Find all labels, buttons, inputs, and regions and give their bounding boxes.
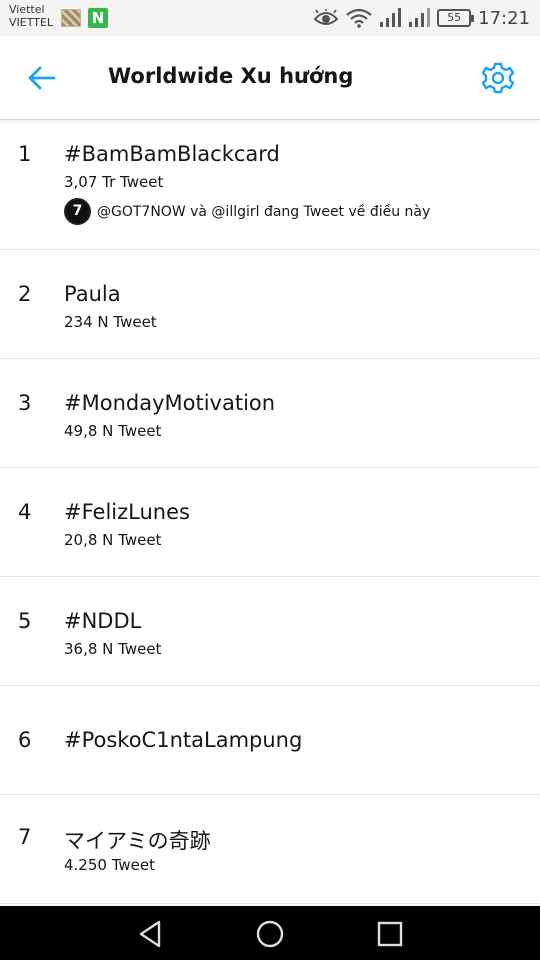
image-notification-icon: [61, 9, 81, 27]
carrier-line2: VIETTEL: [9, 16, 54, 29]
trend-tweet-count: 49,8 N Tweet: [64, 422, 162, 440]
trend-name: #BamBamBlackcard: [64, 142, 280, 166]
avatar-label: 7: [72, 203, 83, 219]
trend-tweet-count: 3,07 Tr Tweet: [64, 173, 164, 191]
trend-item-3[interactable]: 3 #MondayMotivation 49,8 N Tweet: [0, 359, 540, 468]
trend-rank: 4: [18, 500, 32, 524]
signal-icon: [380, 8, 402, 27]
trend-context-text: @GOT7NOW và @illgirl đang Tweet về điều …: [97, 203, 431, 220]
trend-name: Paula: [64, 282, 121, 306]
trend-name: マイアミの奇跡: [64, 829, 211, 853]
trend-tweet-count: 36,8 N Tweet: [64, 640, 162, 658]
trend-name: #FelizLunes: [64, 500, 190, 524]
trend-tweet-count: 20,8 N Tweet: [64, 531, 162, 549]
triangle-back-icon[interactable]: [136, 919, 166, 949]
gear-icon[interactable]: [481, 61, 515, 95]
system-nav-bar: [0, 906, 540, 960]
trend-tweet-count: 234 N Tweet: [64, 313, 157, 331]
avatar: 7: [64, 198, 91, 225]
trend-rank: 5: [18, 609, 32, 633]
status-bar: Viettel VIETTEL N 55 17:21: [0, 0, 540, 36]
trend-rank: 6: [18, 728, 32, 752]
trends-list: 1 #BamBamBlackcard 3,07 Tr Tweet 7 @GOT7…: [0, 121, 540, 904]
trend-item-4[interactable]: 4 #FelizLunes 20,8 N Tweet: [0, 468, 540, 577]
trend-rank: 2: [18, 282, 32, 306]
trend-item-5[interactable]: 5 #NDDL 36,8 N Tweet: [0, 577, 540, 686]
trend-rank: 7: [18, 825, 32, 849]
trend-item-7[interactable]: 7 マイアミの奇跡 4.250 Tweet: [0, 795, 540, 904]
trend-name: #NDDL: [64, 609, 142, 633]
trend-tweet-count: 4.250 Tweet: [64, 856, 155, 874]
trend-name: #MondayMotivation: [64, 391, 276, 415]
carrier-label: Viettel VIETTEL: [9, 3, 53, 29]
circle-home-icon[interactable]: [255, 919, 285, 949]
eye-comfort-icon: [313, 9, 339, 25]
trend-context: 7 @GOT7NOW và @illgirl đang Tweet về điề…: [64, 198, 430, 225]
trend-rank: 1: [18, 142, 32, 166]
carrier-line1: Viettel: [9, 3, 45, 16]
square-recents-icon[interactable]: [375, 919, 405, 949]
trend-item-2[interactable]: 2 Paula 234 N Tweet: [0, 250, 540, 359]
wifi-icon: [346, 8, 372, 28]
trend-item-6[interactable]: 6 #PoskoC1ntaLampung: [0, 686, 540, 795]
trend-name: #PoskoC1ntaLampung: [64, 728, 303, 752]
app-header: Worldwide Xu hướng: [0, 36, 540, 120]
battery-icon: 55: [437, 9, 475, 27]
page-title: Worldwide Xu hướng: [108, 64, 354, 88]
trend-rank: 3: [18, 391, 32, 415]
clock: 17:21: [478, 7, 530, 29]
n-app-notification-icon: N: [88, 8, 108, 28]
trend-item-1[interactable]: 1 #BamBamBlackcard 3,07 Tr Tweet 7 @GOT7…: [0, 121, 540, 250]
signal-icon-2: [409, 8, 431, 27]
arrow-left-icon[interactable]: [26, 64, 58, 92]
